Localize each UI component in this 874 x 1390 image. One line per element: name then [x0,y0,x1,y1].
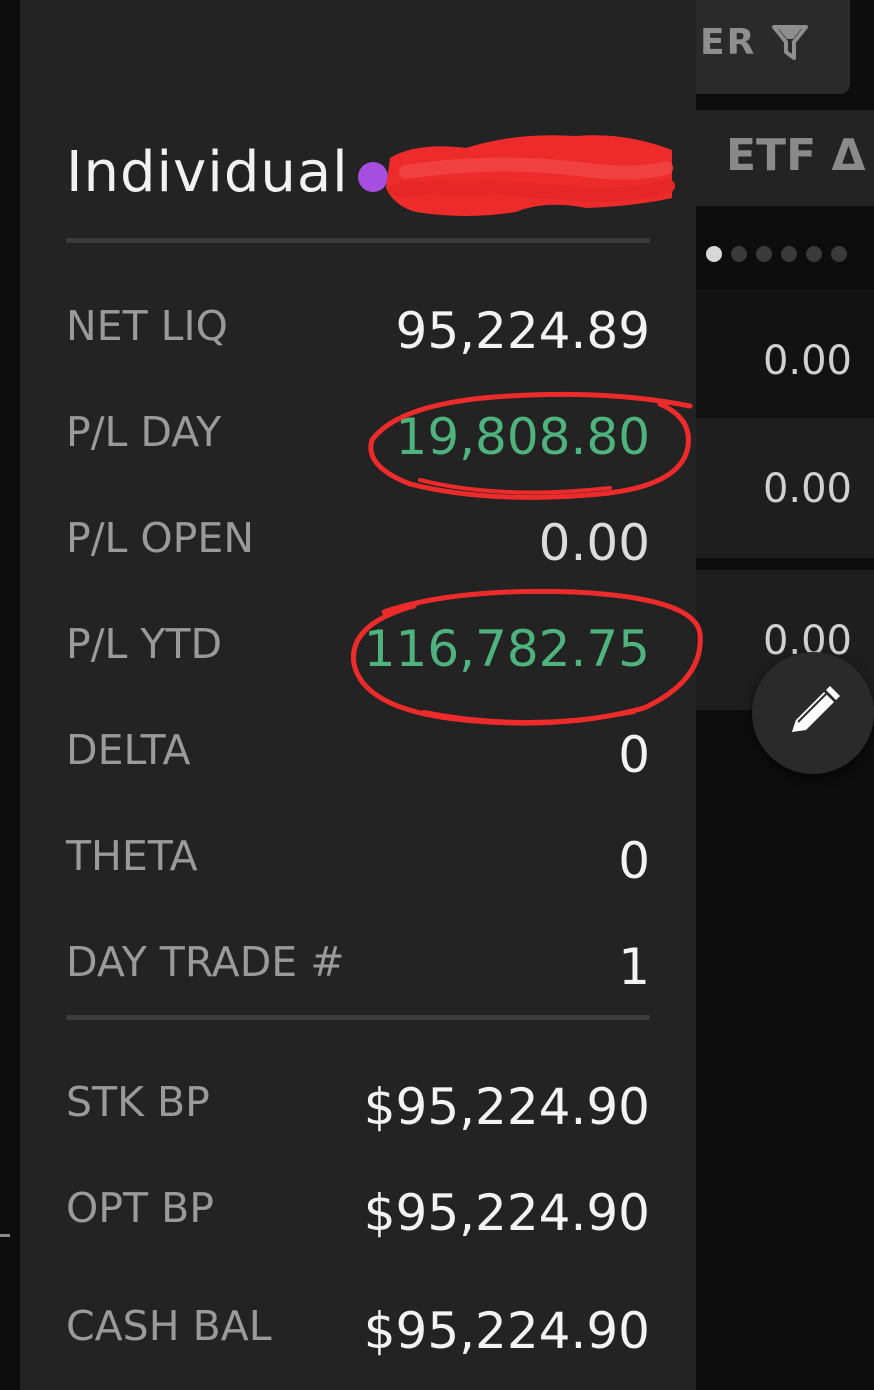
stat-label: CASH BAL [66,1302,272,1350]
stat-value: 0 [618,832,650,890]
stat-label: P/L DAY [66,408,222,456]
page-dot[interactable] [831,246,847,262]
stat-value: 116,782.75 [363,620,650,678]
stat-value: 0 [618,726,650,784]
stat-label: DAY TRADE # [66,938,345,986]
section-divider [66,1015,650,1020]
page-dot[interactable] [756,246,772,262]
pencil-icon [792,686,840,732]
stat-row-pl-open: P/L OPEN 0.00 [66,508,650,598]
filter-funnel-icon [772,25,808,60]
stat-row-day-trade-count: DAY TRADE # 1 [66,932,650,1022]
stat-value: 1 [618,938,650,996]
stat-label: DELTA [66,726,191,774]
stat-label: P/L OPEN [66,514,254,562]
stat-row-option-buying-power: OPT BP $95,224.90 [66,1178,650,1268]
stat-value: 0.00 [538,514,650,572]
page-dot[interactable] [731,246,747,262]
section-divider [66,238,650,243]
stat-label: P/L YTD [66,620,223,668]
filter-button-label: ER [700,22,757,63]
stat-label: NET LIQ [66,302,228,350]
row-value: 0.00 [762,466,852,512]
stat-value: $95,224.90 [363,1184,650,1242]
stat-value: $95,224.90 [363,1302,650,1360]
account-drawer: Individual NET LIQ 95,224.89 P/L DAY 19,… [20,0,696,1390]
stat-row-theta: THETA 0 [66,826,650,916]
stat-row-stock-buying-power: STK BP $95,224.90 [66,1072,650,1162]
stat-row-pl-ytd: P/L YTD 116,782.75 [66,614,650,704]
column-title-etf-delta[interactable]: ETF Δ [726,130,866,181]
page-dot[interactable] [706,246,722,262]
account-name[interactable]: Individual [66,140,349,205]
edge-marker [0,1234,10,1237]
stat-row-net-liq: NET LIQ 95,224.89 [66,296,650,386]
edit-fab-button[interactable] [752,652,874,774]
redaction-scribble [386,135,675,216]
stat-row-pl-day: P/L DAY 19,808.80 [66,402,650,492]
screen: ER ETF Δ 0.00 0.00 0.00 Individual NET L… [0,0,874,1390]
stat-row-cash-balance: CASH BAL $95,224.90 [66,1296,650,1386]
stat-value: 95,224.89 [395,302,650,360]
stat-label: STK BP [66,1078,210,1126]
stat-label: OPT BP [66,1184,214,1232]
stat-row-delta: DELTA 0 [66,720,650,810]
stat-value: $95,224.90 [363,1078,650,1136]
page-indicator [706,246,847,262]
page-dot[interactable] [781,246,797,262]
stat-value: 19,808.80 [395,408,650,466]
page-dot[interactable] [806,246,822,262]
row-value: 0.00 [762,338,852,384]
stat-label: THETA [66,832,198,880]
